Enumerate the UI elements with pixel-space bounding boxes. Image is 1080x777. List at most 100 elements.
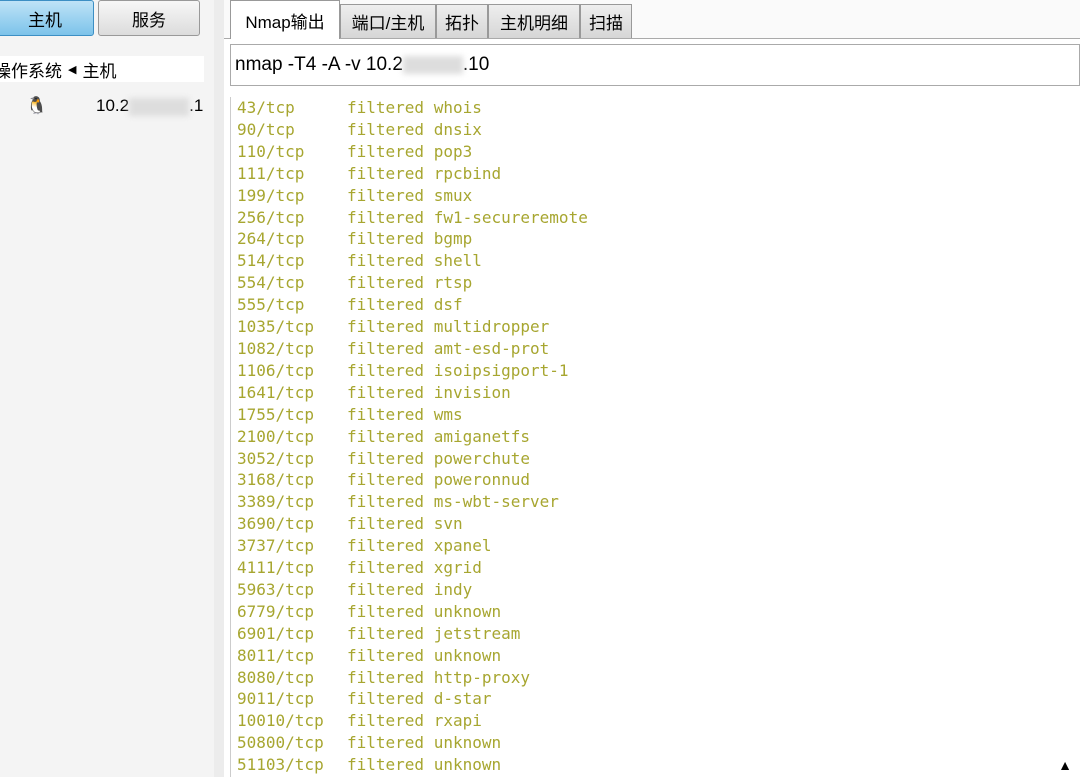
host-address: 10.2.1 [96, 96, 204, 116]
hosts-panel: 主机 服务 操作系统 ◀ 主机 🐧 10.2.1 [0, 0, 215, 777]
port: 3168/tcp [237, 470, 315, 490]
output-line: 554/tcp filtered rtsp [237, 272, 1080, 294]
main-panel: Nmap输出 端口/主机 拓扑 主机明细 扫描 nmap -T4 -A -v 1… [224, 0, 1080, 777]
host-row[interactable]: 🐧 10.2.1 [0, 92, 204, 120]
port: 2100/tcp [237, 426, 315, 446]
tab-bar: Nmap输出 端口/主机 拓扑 主机明细 扫描 [224, 0, 1080, 39]
output-line: 51103/tcp filtered unknown [237, 754, 1080, 776]
service: shell [433, 251, 482, 271]
port-state: filtered [347, 601, 425, 621]
output-line: 264/tcp filtered bgmp [237, 228, 1080, 250]
port-state: filtered [347, 579, 425, 599]
port: 50800/tcp [237, 733, 324, 753]
linux-penguin-icon: 🐧 [26, 96, 48, 115]
tab-nmap-output[interactable]: Nmap输出 [230, 0, 340, 39]
port: 1035/tcp [237, 317, 315, 337]
service: multidropper [433, 317, 550, 337]
warning-icon: ▲ [1058, 757, 1072, 773]
port: 9011/tcp [237, 689, 315, 709]
output-line: 8011/tcp filtered unknown [237, 645, 1080, 667]
port: 1106/tcp [237, 360, 315, 380]
service: poweronnud [433, 470, 531, 490]
port-state: filtered [347, 360, 425, 380]
output-line: 256/tcp filtered fw1-secureremote [237, 207, 1080, 229]
output-line: 110/tcp filtered pop3 [237, 141, 1080, 163]
port: 3690/tcp [237, 514, 315, 534]
output-line: 10010/tcp filtered rxapi [237, 710, 1080, 732]
output-line: 3052/tcp filtered powerchute [237, 448, 1080, 470]
output-line: 50800/tcp filtered unknown [237, 732, 1080, 754]
tab-host-details[interactable]: 主机明细 [488, 4, 580, 38]
port: 3737/tcp [237, 536, 315, 556]
hosts-button[interactable]: 主机 [0, 0, 94, 36]
tab-topology[interactable]: 拓扑 [436, 4, 488, 38]
port: 1082/tcp [237, 338, 315, 358]
service: unknown [433, 733, 502, 753]
port: 8080/tcp [237, 667, 315, 687]
service: whois [433, 98, 482, 117]
port-state: filtered [347, 536, 425, 556]
service: indy [433, 579, 473, 599]
port: 1641/tcp [237, 382, 315, 402]
output-line: 6779/tcp filtered unknown [237, 601, 1080, 623]
port-state: filtered [347, 273, 425, 293]
tab-ports-hosts[interactable]: 端口/主机 [340, 4, 436, 38]
output-line: 3690/tcp filtered svn [237, 513, 1080, 535]
port-state: filtered [347, 207, 425, 227]
output-line: 1035/tcp filtered multidropper [237, 316, 1080, 338]
output-line: 9011/tcp filtered d-star [237, 688, 1080, 710]
service: rpcbind [433, 163, 502, 183]
port-state: filtered [347, 295, 425, 315]
port: 10010/tcp [237, 711, 324, 731]
port-state: filtered [347, 382, 425, 402]
port: 264/tcp [237, 229, 305, 249]
port-state: filtered [347, 141, 425, 161]
output-line: 1082/tcp filtered amt-esd-prot [237, 338, 1080, 360]
command-suffix: .10 [462, 54, 490, 75]
service: unknown [433, 645, 502, 665]
port-state: filtered [347, 514, 425, 534]
port-state: filtered [347, 733, 425, 753]
output-line: 4111/tcp filtered xgrid [237, 557, 1080, 579]
output-line: 514/tcp filtered shell [237, 250, 1080, 272]
service: jetstream [433, 623, 521, 643]
port: 199/tcp [237, 185, 305, 205]
service: unknown [433, 601, 502, 621]
port-state: filtered [347, 163, 425, 183]
port: 111/tcp [237, 163, 305, 183]
output-line: 8080/tcp filtered http-proxy [237, 667, 1080, 689]
output-line: 5963/tcp filtered indy [237, 579, 1080, 601]
output-line: 555/tcp filtered dsf [237, 294, 1080, 316]
port-state: filtered [347, 404, 425, 424]
port-state: filtered [347, 645, 425, 665]
tab-scans[interactable]: 扫描 [580, 4, 632, 38]
output-line: 199/tcp filtered smux [237, 185, 1080, 207]
port: 256/tcp [237, 207, 305, 227]
nmap-output[interactable]: 43/tcp filtered whois 90/tcp filtered dnsix… [230, 97, 1080, 777]
services-button[interactable]: 服务 [98, 0, 200, 36]
host-column-header[interactable]: 主机 [82, 57, 116, 82]
splitter[interactable] [214, 0, 224, 777]
command-text: nmap -T4 -A -v 10.2 [235, 54, 403, 75]
service: dsf [433, 295, 463, 315]
output-line: 43/tcp filtered whois [237, 97, 1080, 119]
output-line: 3168/tcp filtered poweronnud [237, 469, 1080, 491]
service: isoipsigport-1 [433, 360, 569, 380]
port-state: filtered [347, 317, 425, 337]
port-state: filtered [347, 689, 425, 709]
redacted-blur [402, 56, 463, 74]
output-line: 111/tcp filtered rpcbind [237, 163, 1080, 185]
port-state: filtered [347, 119, 425, 139]
os-column-header[interactable]: 操作系统 [0, 57, 62, 82]
port: 8011/tcp [237, 645, 315, 665]
port: 3389/tcp [237, 492, 315, 512]
service: http-proxy [433, 667, 531, 687]
port: 554/tcp [237, 273, 305, 293]
output-line: 90/tcp filtered dnsix [237, 119, 1080, 141]
port: 51103/tcp [237, 755, 324, 775]
output-line: 1106/tcp filtered isoipsigport-1 [237, 360, 1080, 382]
port-state: filtered [347, 711, 425, 731]
output-line: 3389/tcp filtered ms-wbt-server [237, 491, 1080, 513]
port-state: filtered [347, 558, 425, 578]
command-field[interactable]: nmap -T4 -A -v 10.2 .10 [230, 44, 1080, 86]
